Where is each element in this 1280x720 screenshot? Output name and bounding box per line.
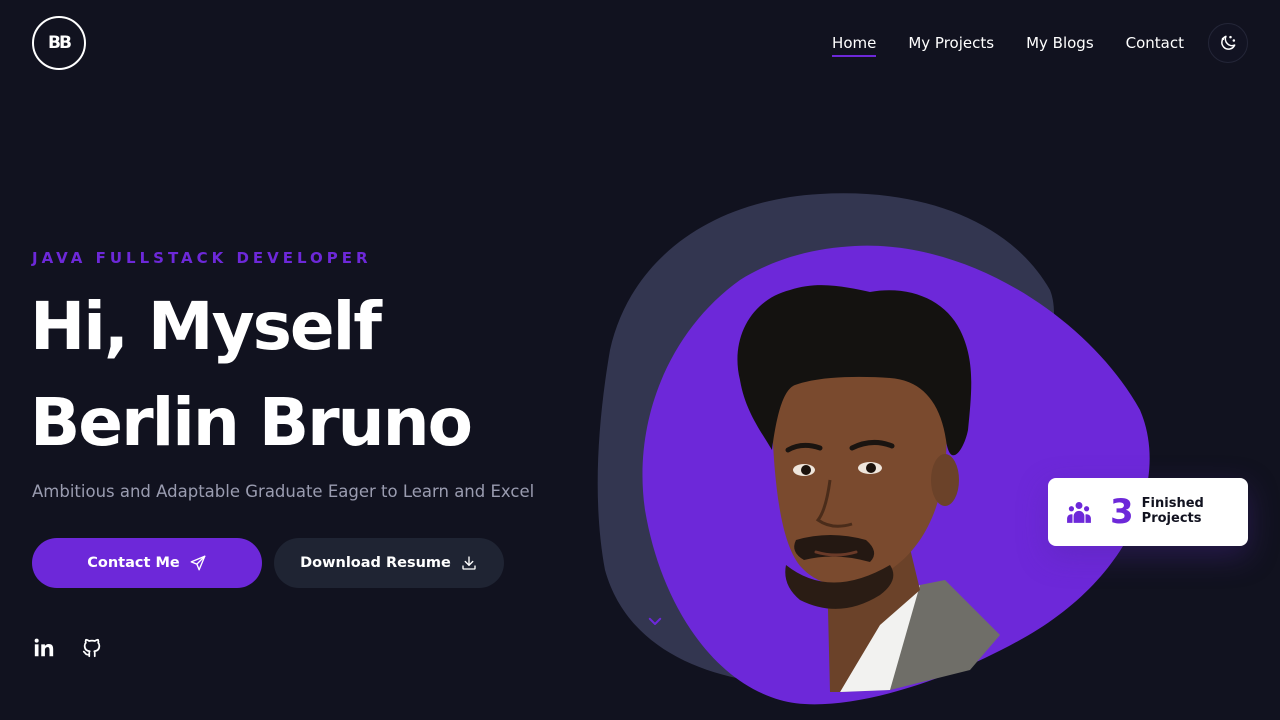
theme-toggle-button[interactable] [1208,23,1248,63]
stat-value: 3 [1110,492,1134,532]
download-icon [462,556,476,570]
hero-title-line1: Hi, Myself [30,288,382,365]
github-link[interactable] [80,636,104,660]
hero-subtitle: Ambitious and Adaptable Graduate Eager t… [32,482,535,501]
stat-label-line1: Finished [1141,496,1204,512]
nav-link-home[interactable]: Home [832,30,877,57]
nav-link-my-blogs[interactable]: My Blogs [1026,30,1094,56]
linkedin-icon [34,638,54,657]
chevron-down-icon [648,617,662,625]
contact-me-label: Contact Me [87,555,180,571]
logo[interactable]: BB [32,16,86,70]
stat-label-line2: Projects [1141,511,1202,526]
download-resume-button[interactable]: Download Resume [274,538,504,588]
users-icon [1067,502,1091,523]
send-icon [190,555,206,571]
projects-stat-card: 3 Finished Projects [1048,478,1248,546]
portfolio-page: BB Home My Projects My Blogs Contact JAV… [0,0,1280,720]
linkedin-link[interactable] [32,636,56,660]
nav-menu: Home My Projects My Blogs Contact [800,23,1248,63]
hero-title-line2: Berlin Bruno [30,384,473,461]
moon-stars-icon [1221,35,1236,50]
nav-link-contact[interactable]: Contact [1126,30,1184,56]
hero-illustration [597,193,1150,705]
navbar: BB Home My Projects My Blogs Contact [0,0,1280,86]
github-icon [82,638,101,658]
hero-eyebrow: JAVA FULLSTACK DEVELOPER [32,249,372,267]
download-resume-label: Download Resume [300,555,451,571]
contact-me-button[interactable]: Contact Me [32,538,262,588]
scroll-down-button[interactable] [646,612,664,634]
nav-link-my-projects[interactable]: My Projects [908,30,994,56]
stat-label: Finished Projects [1141,496,1212,527]
